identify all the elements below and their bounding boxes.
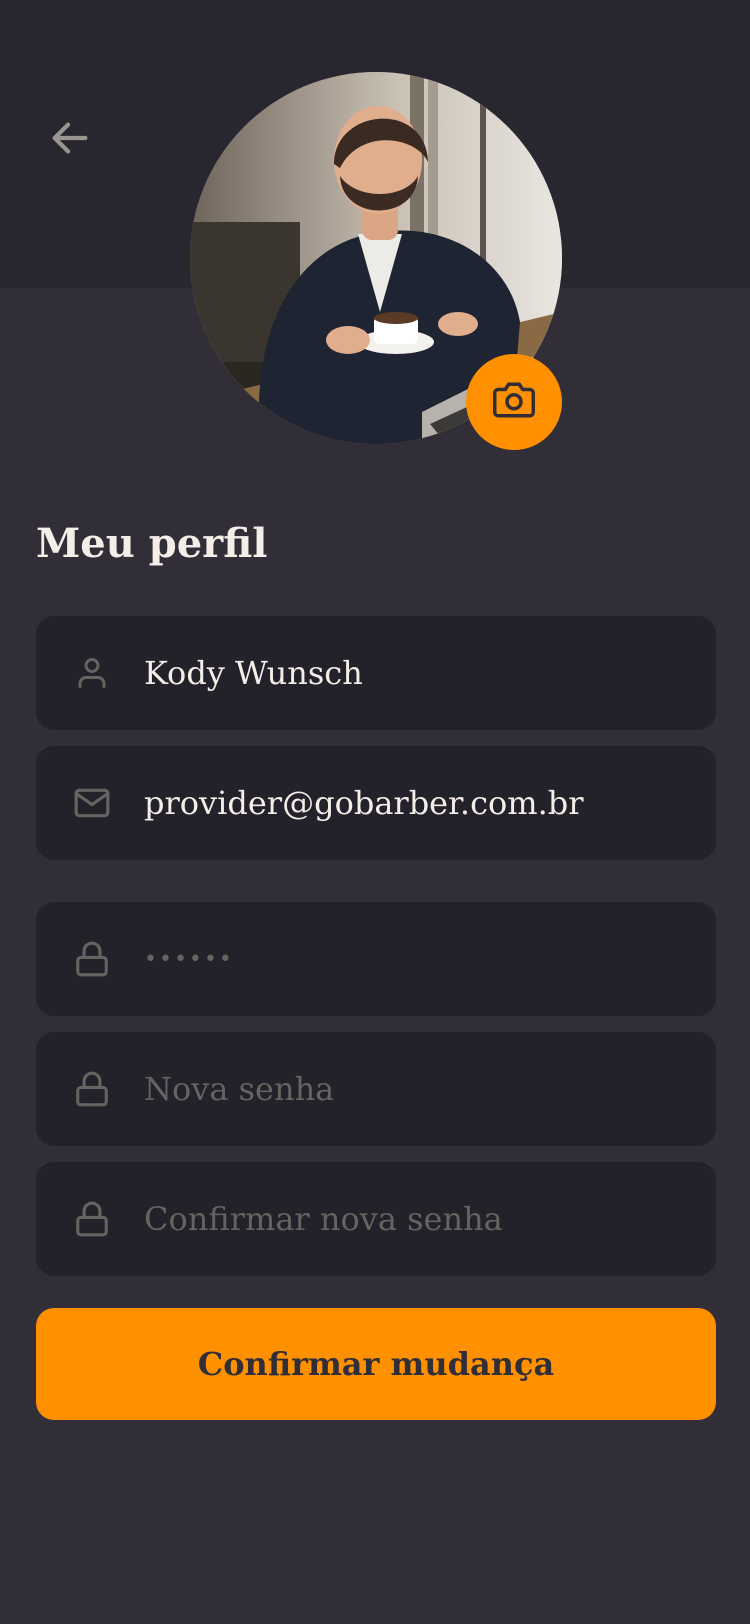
- mail-icon: [72, 783, 112, 823]
- email-field[interactable]: [36, 746, 716, 860]
- profile-screen: Meu perfil Kody Wunsch provider@gobarber…: [0, 0, 750, 1624]
- lock-icon: [72, 1199, 112, 1239]
- name-input[interactable]: [144, 616, 716, 730]
- avatar-container: [190, 72, 562, 450]
- old-password-input[interactable]: [144, 902, 716, 1016]
- camera-icon: [493, 379, 535, 425]
- user-icon: [72, 653, 112, 693]
- name-field[interactable]: [36, 616, 716, 730]
- change-avatar-button[interactable]: [466, 354, 562, 450]
- arrow-left-icon: [47, 115, 93, 165]
- email-input[interactable]: [144, 746, 716, 860]
- confirm-password-input[interactable]: [144, 1162, 716, 1276]
- lock-icon: [72, 1069, 112, 1109]
- new-password-input[interactable]: [144, 1032, 716, 1146]
- old-password-field[interactable]: [36, 902, 716, 1016]
- back-button[interactable]: [40, 110, 100, 170]
- new-password-field[interactable]: [36, 1032, 716, 1146]
- confirm-change-button[interactable]: Confirmar mudança: [36, 1308, 716, 1420]
- lock-icon: [72, 939, 112, 979]
- page-title: Meu perfil: [36, 520, 268, 567]
- confirm-password-field[interactable]: [36, 1162, 716, 1276]
